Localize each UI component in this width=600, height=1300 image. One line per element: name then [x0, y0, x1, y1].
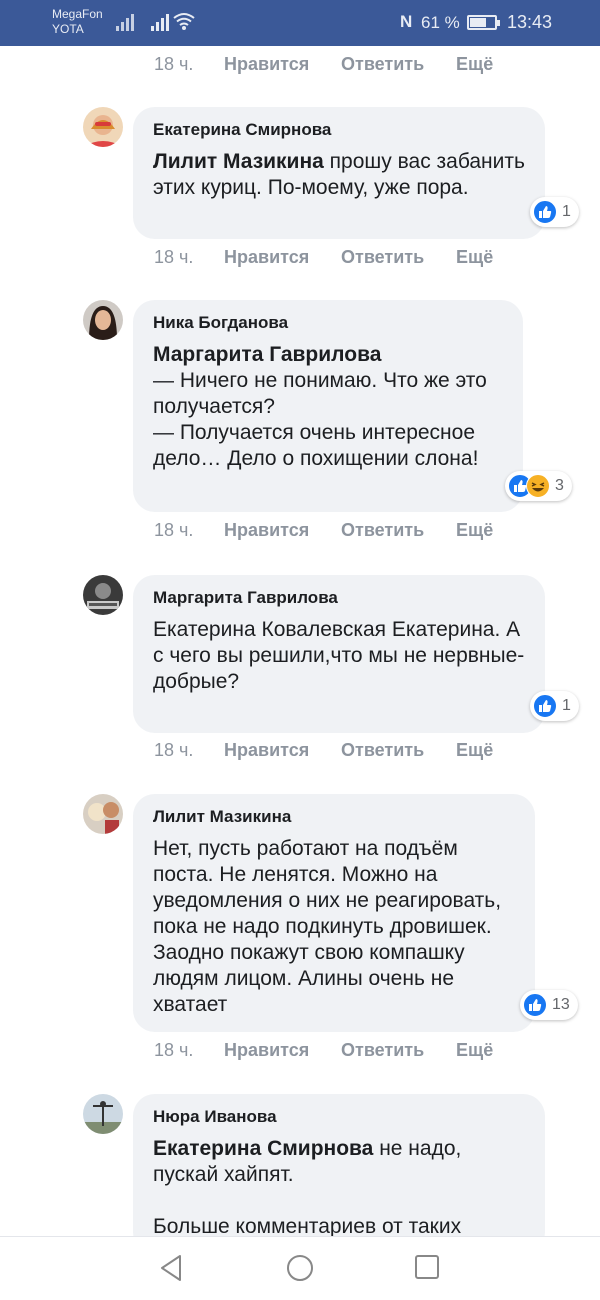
reactions-summary[interactable]: 13	[520, 990, 578, 1020]
comment-author[interactable]: Ника Богданова	[153, 312, 503, 334]
comment-actions: 18 ч. Нравится Ответить Ещё	[154, 740, 493, 761]
comment-bubble[interactable]: Маргарита Гаврилова Екатерина Ковалевска…	[133, 575, 545, 733]
system-nav-bar	[0, 1236, 600, 1300]
more-button[interactable]: Ещё	[456, 740, 493, 761]
status-bar: MegaFon YOTA N 61 % 13:43	[0, 0, 600, 46]
nfc-icon: N	[400, 12, 413, 31]
comment-text: Екатерина Смирнова не надо, пускай хайпя…	[153, 1136, 525, 1188]
comment-actions: 18 ч. Нравится Ответить Ещё	[154, 247, 493, 268]
comment-text: Маргарита Гаврилова — Ничего не понимаю. …	[153, 342, 503, 472]
comment-bubble[interactable]: Екатерина Смирнова Лилит Мазикина прошу …	[133, 107, 545, 239]
reactions-summary[interactable]: 3	[505, 471, 572, 501]
comment-actions: 18 ч. Нравится Ответить Ещё	[154, 520, 493, 541]
like-reaction-icon	[533, 694, 557, 718]
reactions-summary[interactable]: 1	[530, 691, 579, 721]
battery-percent: 61 %	[421, 13, 460, 32]
comment-bubble[interactable]: Ника Богданова Маргарита Гаврилова — Ниче…	[133, 300, 523, 512]
comment-actions: 18 ч. Нравится Ответить Ещё	[154, 54, 493, 75]
comment-time: 18 ч.	[154, 740, 194, 760]
comment-author[interactable]: Лилит Мазикина	[153, 806, 515, 828]
comment-author[interactable]: Екатерина Смирнова	[153, 119, 525, 141]
comment-time: 18 ч.	[154, 247, 194, 267]
like-reaction-icon	[533, 200, 557, 224]
reply-button[interactable]: Ответить	[341, 247, 456, 268]
carrier-secondary: YOTA	[52, 22, 84, 36]
reactions-summary[interactable]: 1	[530, 197, 579, 227]
reply-button[interactable]: Ответить	[341, 740, 456, 761]
battery-fill	[470, 18, 486, 27]
comment-bubble[interactable]: Нюра Иванова Екатерина Смирнова не надо,…	[133, 1094, 545, 1254]
comment-mention[interactable]: Лилит Мазикина	[153, 150, 324, 173]
more-button[interactable]: Ещё	[456, 247, 493, 268]
wifi-icon	[173, 13, 195, 30]
reaction-count: 1	[562, 203, 571, 220]
comment-mention[interactable]: Маргарита Гаврилова	[153, 343, 381, 366]
comment-text: Нет, пусть работают на подъём поста. Не …	[153, 837, 502, 1016]
reaction-count: 13	[552, 996, 570, 1013]
comment-text: Екатерина Ковалевская Екатерина. А с чег…	[153, 618, 525, 693]
avatar[interactable]	[83, 575, 123, 615]
like-button[interactable]: Нравится	[224, 520, 341, 541]
comment-author[interactable]: Нюра Иванова	[153, 1106, 525, 1128]
like-button[interactable]: Нравится	[224, 740, 341, 761]
reply-button[interactable]: Ответить	[341, 54, 456, 75]
reaction-count: 3	[555, 477, 564, 494]
like-button[interactable]: Нравится	[224, 54, 341, 75]
comment-time: 18 ч.	[154, 520, 194, 540]
avatar[interactable]	[83, 107, 123, 147]
haha-reaction-icon	[526, 474, 550, 498]
like-button[interactable]: Нравится	[224, 247, 341, 268]
signal-icon	[116, 14, 134, 31]
comment-mention[interactable]: Екатерина Смирнова	[153, 1137, 373, 1160]
avatar[interactable]	[83, 1094, 123, 1134]
avatar[interactable]	[83, 794, 123, 834]
comment-bubble[interactable]: Лилит Мазикина Нет, пусть работают на по…	[133, 794, 535, 1032]
comment-author[interactable]: Маргарита Гаврилова	[153, 587, 525, 609]
comment-actions: 18 ч. Нравится Ответить Ещё	[154, 1040, 493, 1061]
comment-body: — Ничего не понимаю. Что же это получает…	[153, 369, 487, 470]
carrier-info: MegaFon YOTA	[52, 7, 103, 37]
back-triangle-icon[interactable]	[158, 1254, 184, 1282]
home-circle-icon[interactable]	[286, 1254, 314, 1282]
comment-time: 18 ч.	[154, 54, 194, 74]
reply-button[interactable]: Ответить	[341, 520, 456, 541]
recents-square-icon[interactable]	[414, 1254, 440, 1280]
like-button[interactable]: Нравится	[224, 1040, 341, 1061]
carrier-primary: MegaFon	[52, 7, 103, 21]
clock: 13:43	[507, 12, 553, 32]
battery-icon	[467, 15, 500, 30]
like-reaction-icon	[523, 993, 547, 1017]
comment-text: Лилит Мазикина прошу вас забанить этих к…	[153, 149, 525, 201]
comment-time: 18 ч.	[154, 1040, 194, 1060]
more-button[interactable]: Ещё	[456, 1040, 493, 1061]
more-button[interactable]: Ещё	[456, 520, 493, 541]
avatar[interactable]	[83, 300, 123, 340]
reaction-count: 1	[562, 697, 571, 714]
more-button[interactable]: Ещё	[456, 54, 493, 75]
reply-button[interactable]: Ответить	[341, 1040, 456, 1061]
signal-icon	[151, 14, 169, 31]
